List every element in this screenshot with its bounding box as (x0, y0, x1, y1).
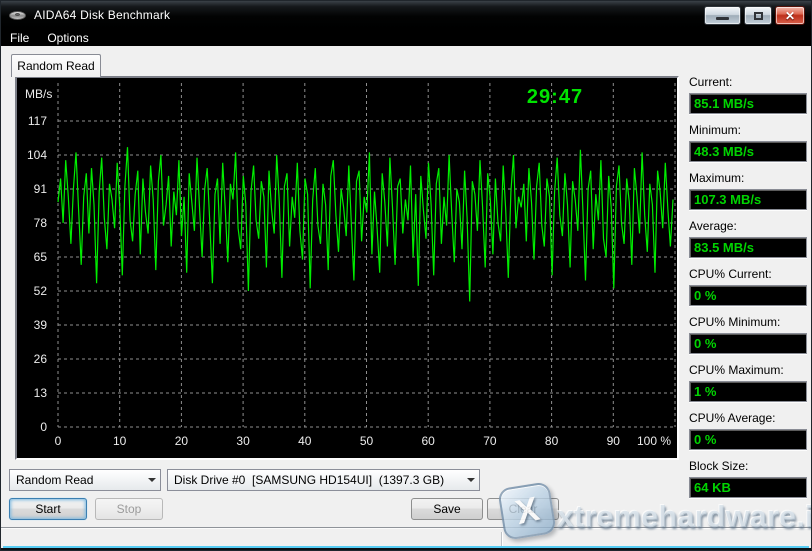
y-axis-unit-label: MB/s (25, 87, 52, 101)
y-axis-tick: 0 (17, 420, 47, 434)
x-axis-tick: 70 (483, 434, 496, 448)
stat-value: 48.3 MB/s (689, 141, 807, 162)
close-icon: ✕ (785, 10, 795, 22)
chart-canvas (17, 78, 677, 458)
stats-panel: Current: 85.1 MB/s Minimum: 48.3 MB/s Maximu… (689, 75, 807, 507)
x-axis-tick: 100 % (637, 434, 671, 448)
stat-label: Block Size: (689, 459, 807, 475)
stat-label: Minimum: (689, 123, 807, 139)
chevron-down-icon (467, 478, 475, 482)
stat-value: 1 % (689, 381, 807, 402)
menu-item-options[interactable]: Options (38, 30, 97, 46)
y-axis-tick: 13 (17, 386, 47, 400)
stat-label: CPU% Maximum: (689, 363, 807, 379)
elapsed-timer: 29:47 (485, 86, 625, 109)
drive-select-dropdown-button[interactable] (462, 470, 479, 490)
window-title: AIDA64 Disk Benchmark (34, 8, 170, 22)
stat-label: Average: (689, 219, 807, 235)
y-axis-tick: 39 (17, 318, 47, 332)
stat-group: Average: 83.5 MB/s (689, 219, 807, 258)
stat-label: Current: (689, 75, 807, 91)
title-bar: AIDA64 Disk Benchmark ✕ (1, 1, 811, 29)
y-axis-tick: 65 (17, 250, 47, 264)
menu-bar: File Options (1, 29, 811, 46)
x-axis-tick: 10 (113, 434, 126, 448)
drive-select-value: Disk Drive #0 [SAMSUNG HD154UI] (1397.3 … (174, 473, 462, 487)
window-controls: ✕ (704, 6, 805, 25)
stat-group: CPU% Maximum: 1 % (689, 363, 807, 402)
stat-group: Block Size: 64 KB (689, 459, 807, 498)
x-axis-tick: 30 (236, 434, 249, 448)
y-axis-tick: 78 (17, 216, 47, 230)
x-axis-tick: 20 (175, 434, 188, 448)
y-axis-tick: 52 (17, 284, 47, 298)
status-bar-section-divider (501, 532, 502, 546)
stat-group: Minimum: 48.3 MB/s (689, 123, 807, 162)
maximize-button[interactable] (744, 6, 772, 25)
stat-value: 83.5 MB/s (689, 237, 807, 258)
stat-value: 85.1 MB/s (689, 93, 807, 114)
start-button[interactable]: Start (9, 498, 87, 520)
stat-group: CPU% Current: 0 % (689, 267, 807, 306)
y-axis-tick: 117 (17, 114, 47, 128)
stat-label: CPU% Current: (689, 267, 807, 283)
minimize-icon (716, 17, 729, 20)
stat-value: 0 % (689, 429, 807, 450)
stat-label: Maximum: (689, 171, 807, 187)
stat-value: 107.3 MB/s (689, 189, 807, 210)
app-window: AIDA64 Disk Benchmark ✕ File Options Ran… (0, 0, 812, 551)
stop-button[interactable]: Stop (95, 498, 163, 520)
chart-line (58, 147, 673, 301)
stat-group: CPU% Average: 0 % (689, 411, 807, 450)
benchmark-type-dropdown-button[interactable] (143, 470, 160, 490)
x-axis-tick: 60 (422, 434, 435, 448)
benchmark-type-value: Random Read (16, 473, 143, 487)
tab-random-read[interactable]: Random Read (11, 54, 101, 77)
stat-label: CPU% Minimum: (689, 315, 807, 331)
x-axis-tick: 80 (545, 434, 558, 448)
stat-value: 64 KB (689, 477, 807, 498)
save-button[interactable]: Save (411, 498, 483, 520)
y-axis-tick: 26 (17, 352, 47, 366)
stat-value: 0 % (689, 333, 807, 354)
x-axis-tick: 0 (55, 434, 62, 448)
x-axis-tick: 50 (360, 434, 373, 448)
stat-group: Maximum: 107.3 MB/s (689, 171, 807, 210)
stat-group: CPU% Minimum: 0 % (689, 315, 807, 354)
x-axis-tick: 90 (607, 434, 620, 448)
disk-icon (9, 8, 27, 22)
stat-group: Current: 85.1 MB/s (689, 75, 807, 114)
menu-item-file[interactable]: File (1, 30, 38, 46)
y-axis-tick: 104 (17, 148, 47, 162)
stat-label: CPU% Average: (689, 411, 807, 427)
minimize-button[interactable] (704, 6, 741, 25)
benchmark-chart: MB/s 29:47 117 104 91 78 65 52 39 26 13 00 10 20 30 4… (15, 76, 679, 460)
stat-value: 0 % (689, 285, 807, 306)
drive-select[interactable]: Disk Drive #0 [SAMSUNG HD154UI] (1397.3 … (167, 469, 480, 491)
x-axis-tick: 40 (298, 434, 311, 448)
benchmark-type-select[interactable]: Random Read (9, 469, 161, 491)
close-button[interactable]: ✕ (775, 6, 805, 25)
clear-button[interactable]: Clear (487, 498, 559, 520)
y-axis-tick: 91 (17, 182, 47, 196)
chevron-down-icon (148, 478, 156, 482)
maximize-icon (754, 12, 763, 20)
